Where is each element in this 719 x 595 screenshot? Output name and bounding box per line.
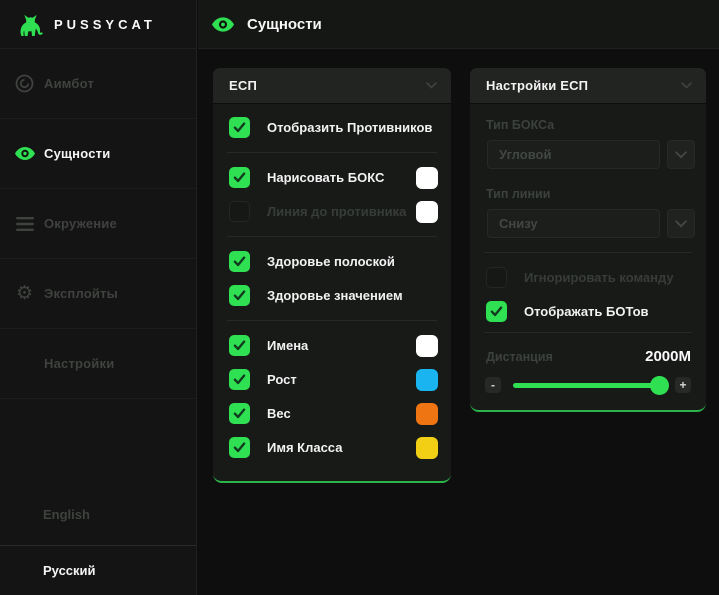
esp-settings-panel: Настройки ЕСП Тип БОКСа Угловой Тип лини… — [470, 68, 706, 412]
sidebar-item-label: Эксплойты — [44, 286, 118, 301]
box-type-select[interactable]: Угловой — [487, 140, 660, 169]
esp-settings-title: Настройки ЕСП — [486, 78, 588, 93]
esp-settings-header[interactable]: Настройки ЕСП — [470, 68, 706, 104]
checkbox-row: Отобразить Противников — [229, 117, 438, 138]
sidebar-item-label: Сущности — [44, 146, 110, 161]
language-russian[interactable]: Русский — [0, 546, 196, 595]
esp-panel-title: ЕСП — [229, 78, 257, 93]
checkbox-row: Здоровье полоской — [229, 251, 438, 272]
esp-panel: ЕСП Отобразить Противников Нарисовать БОК… — [213, 68, 451, 483]
distance-value: 2000М — [645, 348, 691, 365]
chevron-down-icon[interactable] — [667, 140, 695, 169]
distance-label: Дистанция — [486, 350, 553, 364]
checkbox-label: Вес — [267, 406, 416, 421]
distance-plus-button[interactable]: + — [675, 377, 691, 393]
checkbox-label: Игнорировать команду — [524, 270, 693, 285]
chevron-down-icon — [426, 82, 437, 89]
divider — [227, 320, 437, 321]
distance-slider-thumb[interactable] — [650, 376, 669, 395]
checkbox[interactable] — [229, 285, 250, 306]
checkbox[interactable] — [229, 167, 250, 188]
checkbox[interactable] — [229, 201, 250, 222]
checkbox-label: Нарисовать БОКС — [267, 170, 416, 185]
menu-icon — [14, 217, 35, 231]
eye-icon — [212, 17, 234, 32]
checkbox-label: Отобразить Противников — [267, 120, 438, 135]
checkbox[interactable] — [229, 369, 250, 390]
sidebar-item-label: Окружение — [44, 216, 117, 231]
target-icon — [14, 74, 35, 93]
line-type-value: Снизу — [499, 216, 538, 231]
distance-slider[interactable] — [513, 383, 663, 388]
logo: PUSSYCAT — [0, 0, 196, 49]
checkbox-row: Отображать БОТов — [486, 301, 693, 322]
language-switcher: EnglishРусский — [0, 484, 196, 595]
brand-name: PUSSYCAT — [54, 17, 156, 32]
box-type-label: Тип БОКСа — [486, 118, 706, 132]
checkbox-row: Здоровье значением — [229, 285, 438, 306]
color-swatch[interactable] — [416, 437, 438, 459]
color-swatch[interactable] — [416, 403, 438, 425]
page-header: Сущности — [198, 0, 719, 49]
checkbox-row: Нарисовать БОКС — [229, 167, 438, 188]
gear-icon: ⚙ — [14, 284, 35, 303]
page-title: Сущности — [247, 16, 322, 33]
checkbox[interactable] — [486, 301, 507, 322]
checkbox[interactable] — [229, 251, 250, 272]
distance-minus-button[interactable]: - — [485, 377, 501, 393]
divider — [227, 152, 437, 153]
color-swatch[interactable] — [416, 167, 438, 189]
esp-panel-header[interactable]: ЕСП — [213, 68, 451, 104]
sidebar-item-entities[interactable]: Сущности — [0, 119, 196, 189]
esp-panel-body: Отобразить Противников Нарисовать БОКС Лин… — [213, 117, 451, 458]
checkbox[interactable] — [486, 267, 507, 288]
sidebar-nav: Аимбот Сущности Окружение ⚙ Эксплойты Настрой… — [0, 49, 196, 399]
box-type-value: Угловой — [499, 147, 551, 162]
line-type-label: Тип линии — [486, 187, 706, 201]
checkbox-row: Вес — [229, 403, 438, 424]
checkbox[interactable] — [229, 117, 250, 138]
divider — [484, 332, 692, 333]
checkbox[interactable] — [229, 437, 250, 458]
sidebar-item-aimbot[interactable]: Аимбот — [0, 49, 196, 119]
checkbox-label: Отображать БОТов — [524, 304, 693, 319]
distance-slider-fill — [513, 383, 659, 388]
sidebar-item-exploits[interactable]: ⚙ Эксплойты — [0, 259, 196, 329]
language-english[interactable]: English — [0, 484, 196, 546]
color-swatch[interactable] — [416, 335, 438, 357]
checkbox-label: Рост — [267, 372, 416, 387]
checkbox-label: Имя Класса — [267, 440, 416, 455]
chevron-down-icon — [681, 82, 692, 89]
divider — [227, 236, 437, 237]
checkbox-label: Здоровье полоской — [267, 254, 438, 269]
sidebar-item-label: Аимбот — [44, 76, 94, 91]
cat-icon — [16, 12, 45, 37]
eye-icon — [14, 147, 35, 160]
checkbox-row: Рост — [229, 369, 438, 390]
checkbox-row: Игнорировать команду — [486, 267, 693, 288]
sidebar: PUSSYCAT Аимбот Сущности Окружение ⚙ Эксплой… — [0, 0, 197, 595]
color-swatch[interactable] — [416, 201, 438, 223]
chevron-down-icon[interactable] — [667, 209, 695, 238]
divider — [484, 252, 692, 253]
settings-checks: Игнорировать команду Отображать БОТов — [470, 267, 706, 322]
checkbox-row: Имя Класса — [229, 437, 438, 458]
sidebar-item-environment[interactable]: Окружение — [0, 189, 196, 259]
line-type-select[interactable]: Снизу — [487, 209, 660, 238]
color-swatch[interactable] — [416, 369, 438, 391]
checkbox[interactable] — [229, 335, 250, 356]
checkbox-label: Линия до противника — [267, 204, 416, 219]
sidebar-item-label: Настройки — [44, 356, 114, 371]
checkbox-label: Имена — [267, 338, 416, 353]
checkbox[interactable] — [229, 403, 250, 424]
checkbox-row: Линия до противника — [229, 201, 438, 222]
checkbox-label: Здоровье значением — [267, 288, 438, 303]
sidebar-item-settings[interactable]: Настройки — [0, 329, 196, 399]
checkbox-row: Имена — [229, 335, 438, 356]
